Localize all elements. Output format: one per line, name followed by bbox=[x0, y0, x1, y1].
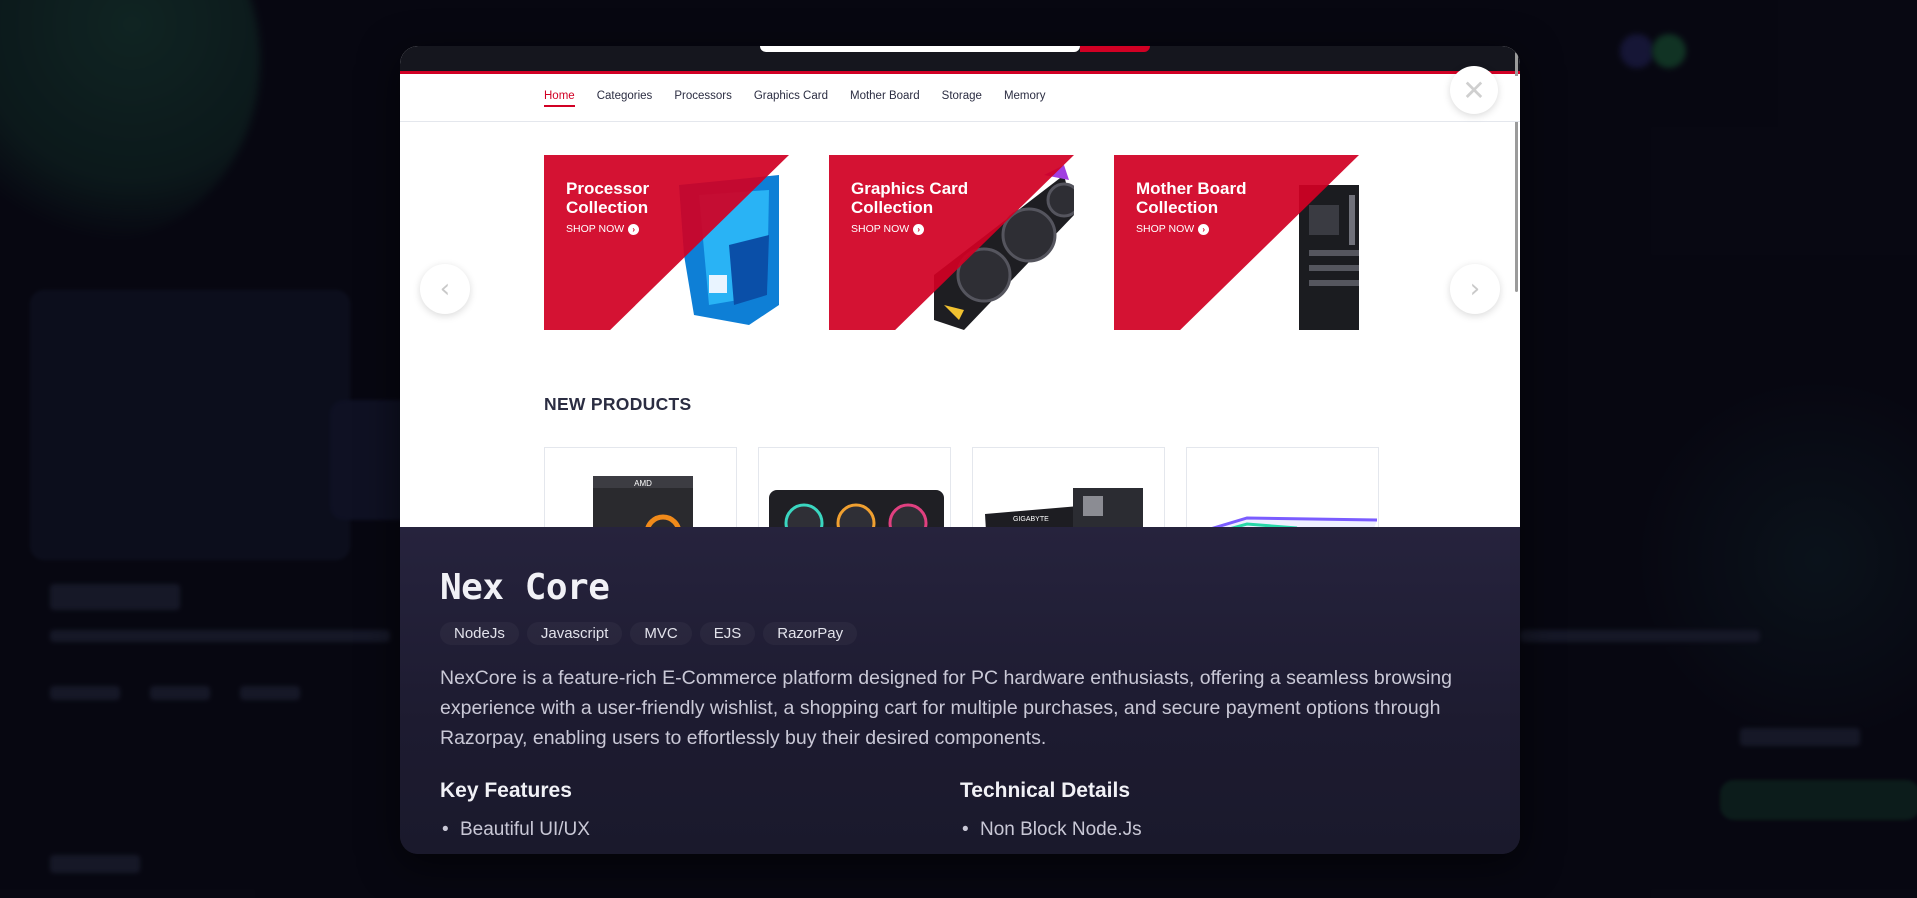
product-card[interactable]: AMD bbox=[544, 447, 737, 527]
site-search-button[interactable] bbox=[1080, 46, 1150, 52]
tech-tag: RazorPay bbox=[763, 622, 858, 645]
tech-tags: NodeJs Javascript MVC EJS RazorPay bbox=[440, 622, 1480, 645]
product-card[interactable] bbox=[758, 447, 951, 527]
project-title: Nex Core bbox=[440, 567, 610, 608]
collection-title: Mother Board Collection bbox=[1136, 179, 1247, 217]
tech-tag: NodeJs bbox=[440, 622, 519, 645]
collection-graphics-card[interactable]: Graphics Card Collection SHOP NOW › bbox=[829, 155, 1074, 330]
shop-now-link[interactable]: SHOP NOW › bbox=[1136, 223, 1210, 235]
collection-title: Processor Collection bbox=[566, 179, 650, 217]
new-products-heading: NEW PRODUCTS bbox=[544, 394, 692, 414]
product-brand-text: GIGABYTE bbox=[1013, 516, 1049, 523]
collection-title: Graphics Card Collection bbox=[851, 179, 969, 217]
close-modal-button[interactable]: ✕ bbox=[1450, 66, 1498, 114]
site-nav-processors[interactable]: Processors bbox=[674, 90, 732, 107]
site-nav: Home Categories Processors Graphics Card… bbox=[400, 76, 1520, 122]
collection-processor[interactable]: Processor Collection SHOP NOW › bbox=[544, 155, 789, 330]
shop-now-label: SHOP NOW bbox=[1136, 223, 1195, 235]
site-nav-home[interactable]: Home bbox=[544, 90, 575, 107]
site-nav-storage[interactable]: Storage bbox=[942, 90, 982, 107]
carousel-next-button[interactable]: › bbox=[1450, 264, 1500, 314]
motherboard-image: GIGABYTE bbox=[985, 488, 1143, 527]
shop-now-link[interactable]: SHOP NOW › bbox=[851, 223, 925, 235]
site-nav-graphics-card[interactable]: Graphics Card bbox=[754, 90, 828, 107]
technical-item: Non Block Node.Js bbox=[960, 819, 1480, 841]
arrow-circle-right-icon: › bbox=[1198, 223, 1210, 235]
key-features-heading: Key Features bbox=[440, 779, 572, 802]
graphics-card-image bbox=[769, 490, 944, 527]
product-card[interactable]: GIGABYTE bbox=[972, 447, 1165, 527]
arrow-circle-right-icon: › bbox=[628, 223, 640, 235]
chevron-left-icon: ‹ bbox=[439, 274, 451, 304]
site-nav-categories[interactable]: Categories bbox=[597, 90, 653, 107]
project-modal: Home Categories Processors Graphics Card… bbox=[400, 46, 1520, 854]
shop-now-label: SHOP NOW bbox=[851, 223, 910, 235]
shop-now-link[interactable]: SHOP NOW › bbox=[566, 223, 640, 235]
key-features-section: Key Features Beautiful UI/UX bbox=[440, 779, 960, 841]
project-description: NexCore is a feature-rich E-Commerce pla… bbox=[440, 667, 1452, 749]
site-nav-mother-board[interactable]: Mother Board bbox=[850, 90, 920, 107]
feature-item: Beautiful UI/UX bbox=[440, 819, 960, 841]
carousel-prev-button[interactable]: ‹ bbox=[420, 264, 470, 314]
arrow-circle-right-icon: › bbox=[913, 223, 925, 235]
chevron-right-icon: › bbox=[1469, 274, 1481, 304]
site-search-input[interactable] bbox=[760, 46, 1080, 52]
technical-details-heading: Technical Details bbox=[960, 779, 1131, 802]
collection-mother-board[interactable]: Mother Board Collection SHOP NOW › bbox=[1114, 155, 1359, 330]
cpu-box-image: AMD bbox=[593, 476, 693, 527]
new-products-row: AMD GIGABYTE bbox=[544, 447, 1379, 527]
product-brand-text: AMD bbox=[634, 479, 652, 488]
site-header bbox=[400, 46, 1520, 74]
tech-tag: Javascript bbox=[526, 622, 623, 645]
project-details: Key Features Beautiful UI/UX Technical D… bbox=[440, 779, 1480, 841]
project-info: Nex Core NodeJs Javascript MVC EJS Razor… bbox=[400, 527, 1520, 854]
shop-now-label: SHOP NOW bbox=[566, 223, 625, 235]
project-preview: Home Categories Processors Graphics Card… bbox=[400, 46, 1520, 527]
product-card[interactable] bbox=[1186, 447, 1379, 527]
collections-row: Processor Collection SHOP NOW › Graphics bbox=[544, 155, 1359, 330]
site-nav-memory[interactable]: Memory bbox=[1004, 90, 1046, 107]
close-icon: ✕ bbox=[1462, 73, 1486, 107]
tech-tag: MVC bbox=[630, 622, 692, 645]
tech-tag: EJS bbox=[699, 622, 756, 645]
technical-details-section: Technical Details Non Block Node.Js bbox=[960, 779, 1480, 841]
rgb-memory-image bbox=[1211, 516, 1378, 527]
